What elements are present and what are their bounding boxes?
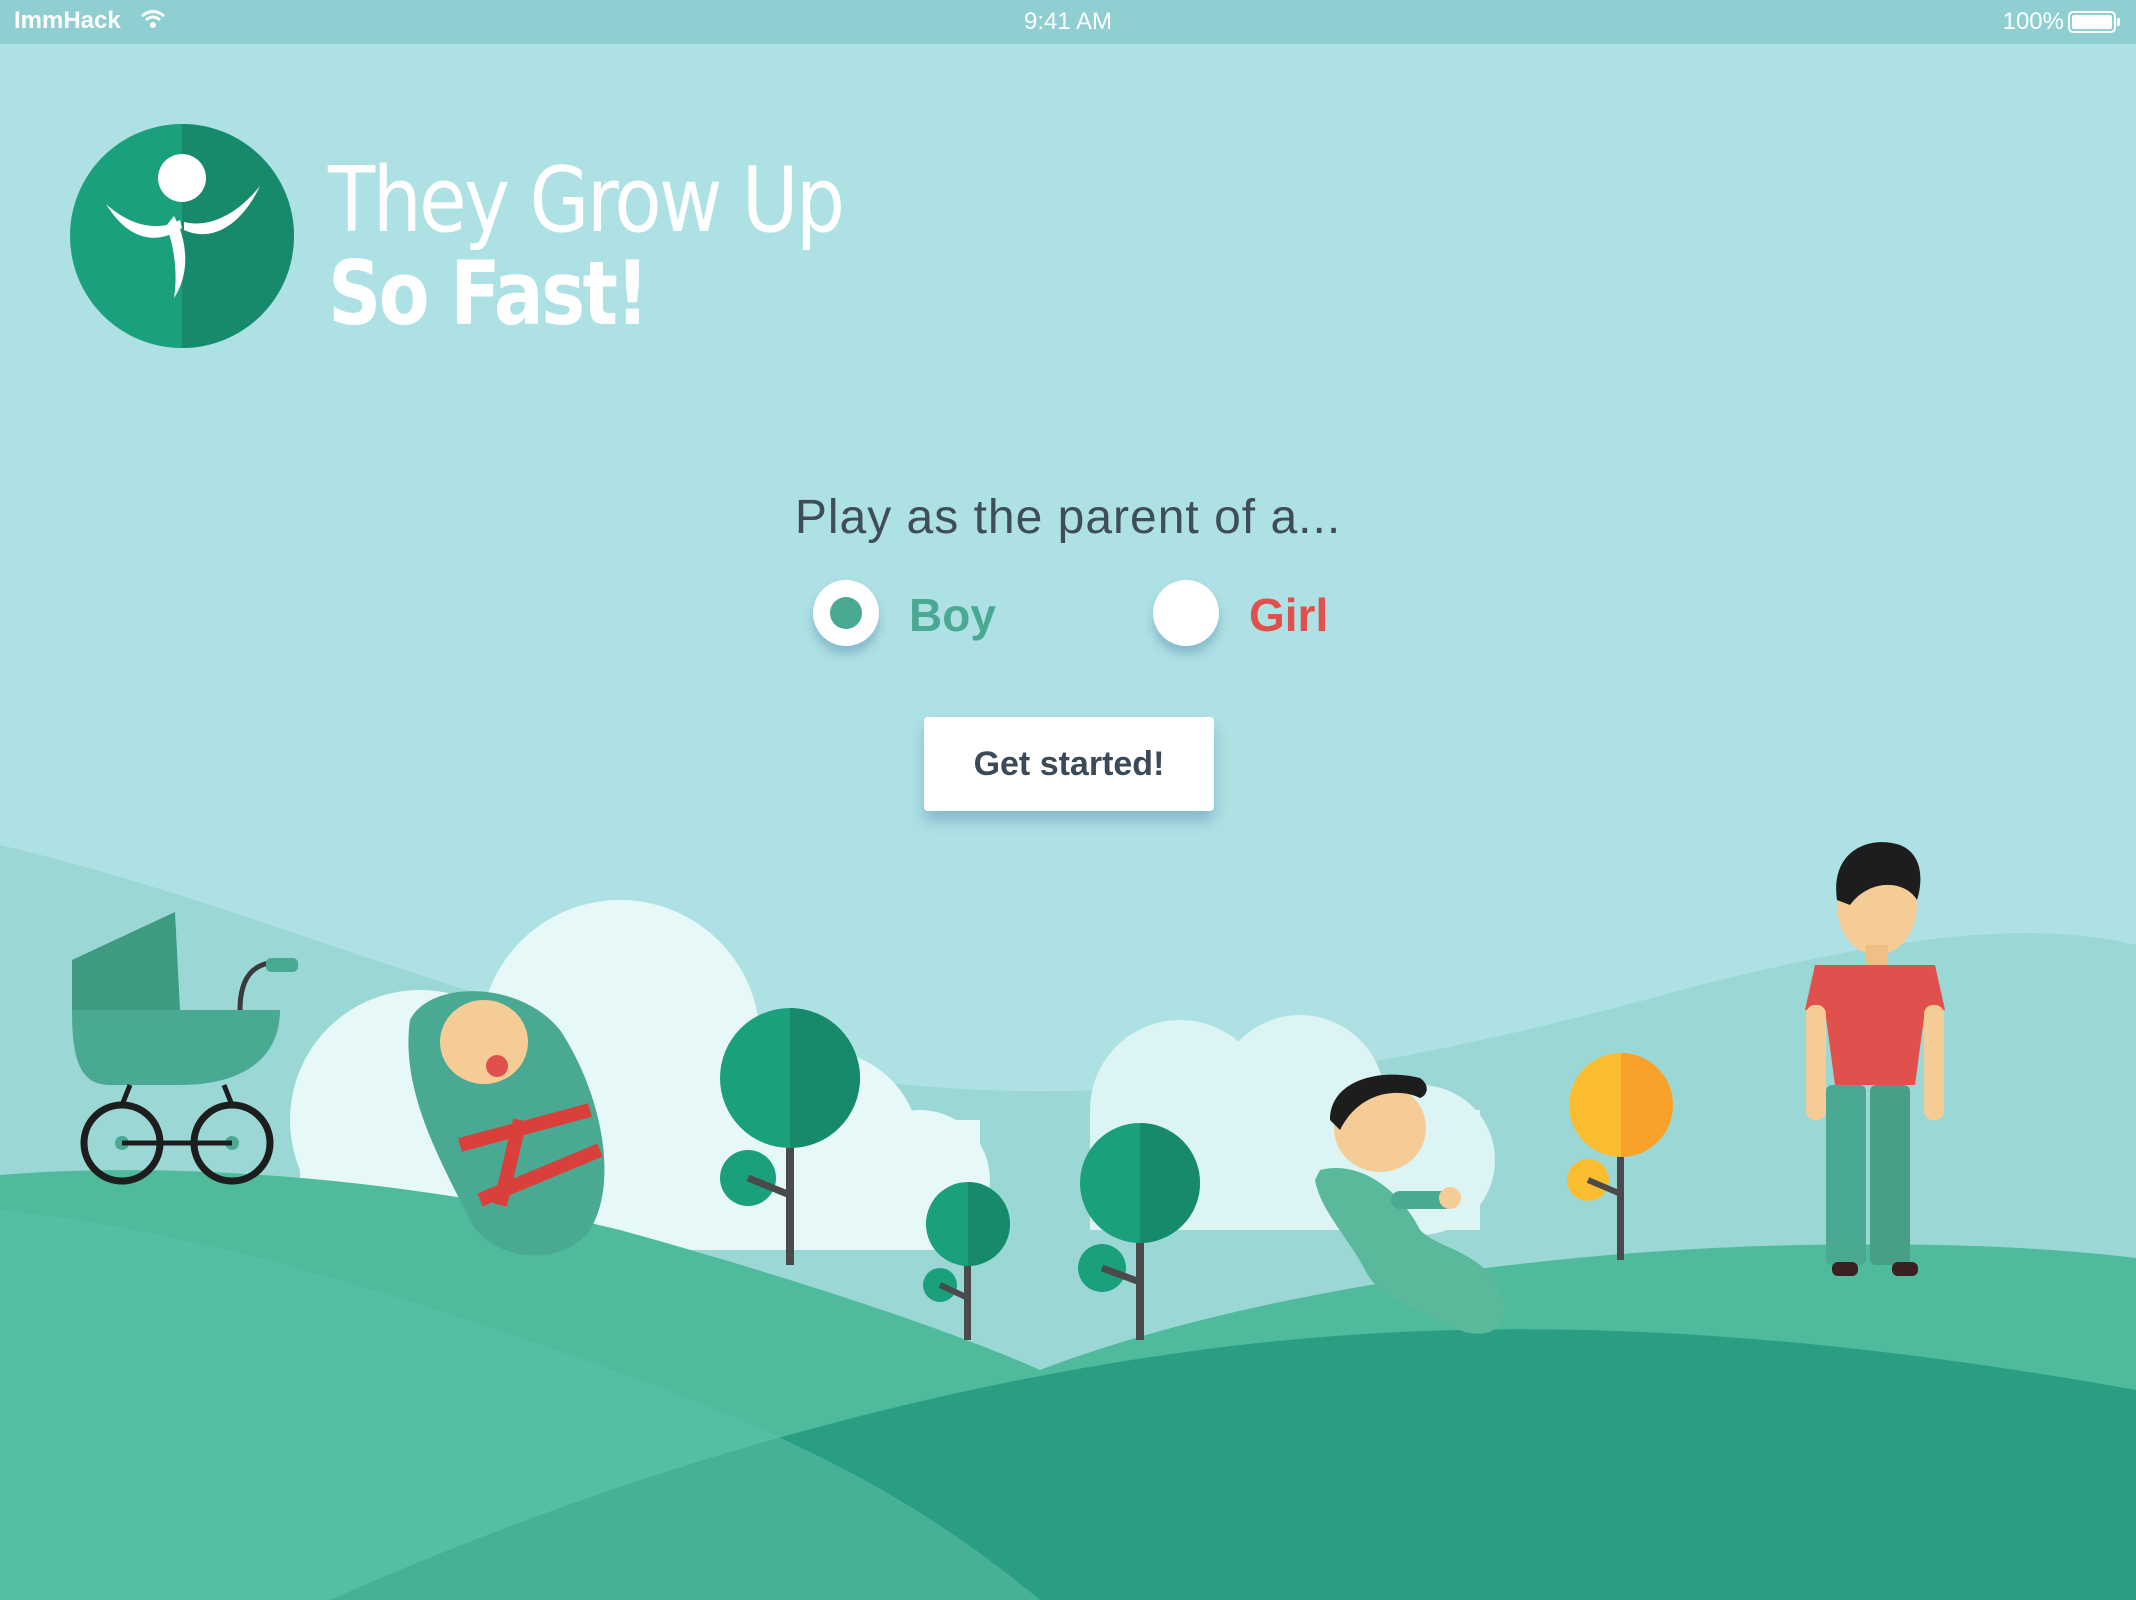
- radio-label-boy: Boy: [909, 589, 996, 641]
- radio-button-girl[interactable]: [1153, 580, 1219, 646]
- radio-option-girl[interactable]: Girl: [1153, 580, 1353, 650]
- radio-label-girl: Girl: [1249, 589, 1329, 641]
- gender-prompt: Play as the parent of a...: [794, 491, 1342, 544]
- radio-selected-dot: [830, 597, 862, 629]
- status-bar: ImmHack 9:41 AM 100%: [0, 0, 2136, 44]
- clock-label: 9:41 AM: [1023, 8, 1113, 35]
- radio-option-boy[interactable]: Boy: [813, 580, 1013, 650]
- app-logo: [70, 124, 294, 348]
- battery-icon: [2068, 10, 2122, 41]
- app-title-line-2: So Fast!: [328, 242, 649, 345]
- battery-percent: 100%: [2002, 8, 2064, 35]
- radio-button-boy[interactable]: [813, 580, 879, 646]
- logo-icon: [70, 124, 294, 348]
- app-title-line-1: They Grow Up: [328, 148, 845, 253]
- get-started-button[interactable]: Get started!: [924, 717, 1214, 811]
